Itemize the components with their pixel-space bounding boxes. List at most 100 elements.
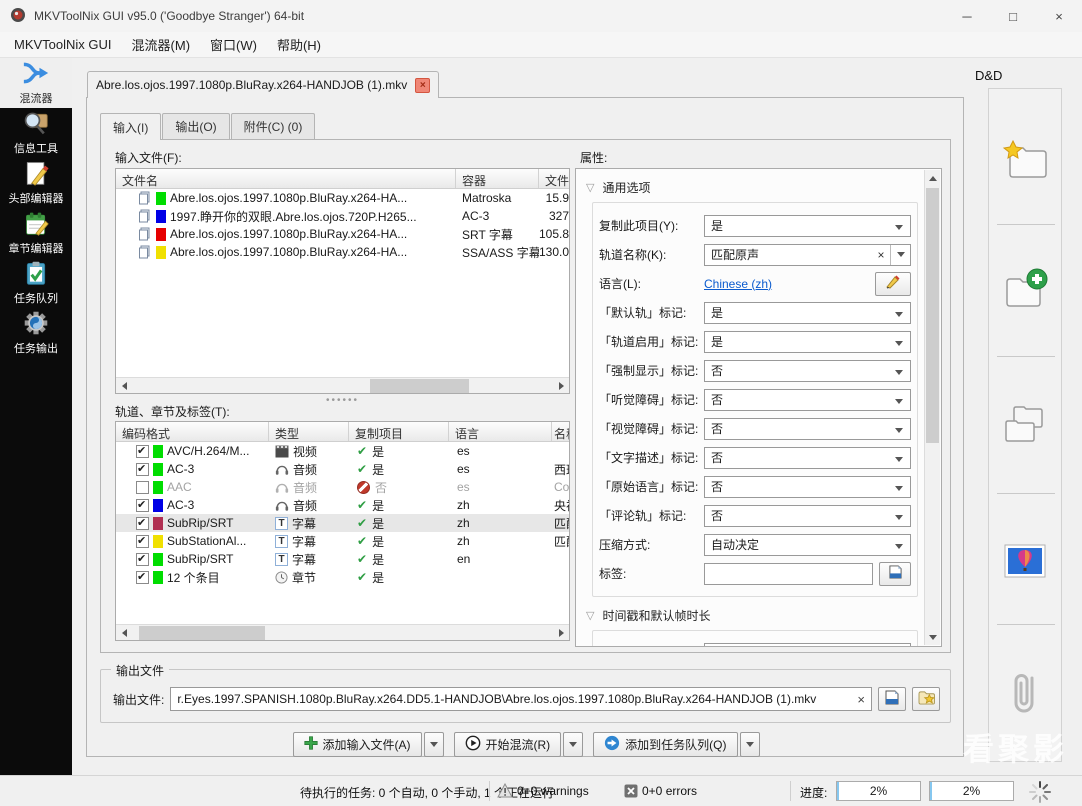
add-to-job-queue-button[interactable]: 添加到任务队列(Q) (593, 732, 738, 757)
scroll-left-icon[interactable] (116, 378, 132, 393)
add-source-files-dropdown[interactable] (423, 732, 444, 757)
start-muxing-button[interactable]: 开始混流(R) (453, 732, 562, 757)
file-row[interactable]: Abre.los.ojos.1997.1080p.BluRay.x264-HA.… (116, 189, 569, 207)
column-file-size[interactable]: 文件 (539, 169, 569, 188)
menu-window[interactable]: 窗口(W) (200, 31, 267, 58)
track-name-combo[interactable]: 匹配原声 × (704, 243, 911, 266)
track-row[interactable]: SubRip/SRT T字幕 ✔是 en (116, 550, 569, 568)
sidebar-item-header-editor[interactable]: 头部编辑器 (0, 158, 72, 208)
track-row[interactable]: AVC/H.264/M... 视频 ✔是 es (116, 442, 569, 460)
browse-output-button[interactable] (878, 687, 906, 711)
paperclip-icon[interactable] (1005, 669, 1045, 722)
new-folder-icon[interactable] (1000, 139, 1050, 186)
source-files-table[interactable]: 文件名 容器 文件 Abre.los.ojos.1997.1080p.BluRa… (115, 168, 570, 394)
copy-item-select[interactable]: 是 (704, 214, 911, 237)
track-checkbox[interactable] (136, 552, 149, 566)
original-language-select[interactable]: 否 (704, 475, 911, 498)
forced-display-select[interactable]: 否 (704, 359, 911, 382)
track-checkbox[interactable] (136, 570, 149, 584)
compression-select[interactable]: 自动决定 (704, 533, 911, 556)
visual-impaired-select[interactable]: 否 (704, 417, 911, 440)
track-row[interactable]: 12 个条目 章节 ✔是 (116, 568, 569, 586)
add-source-files-button[interactable]: 添加输入文件(A) (292, 732, 422, 757)
scroll-down-icon[interactable] (925, 629, 940, 645)
close-button[interactable]: × (1036, 0, 1082, 32)
column-codec[interactable]: 编码格式 (116, 422, 269, 441)
tracks-horizontal-scrollbar[interactable] (116, 624, 569, 640)
column-language[interactable]: 语言 (449, 422, 552, 441)
text-description-select[interactable]: 否 (704, 446, 911, 469)
maximize-button[interactable]: □ (990, 0, 1036, 32)
close-tab-icon[interactable]: × (415, 77, 431, 93)
browse-tags-button[interactable] (879, 561, 911, 586)
file-row[interactable]: Abre.los.ojos.1997.1080p.BluRay.x264-HA.… (116, 225, 569, 243)
track-row-selected[interactable]: SubRip/SRT T字幕 ✔是 zh 匹配 (116, 514, 569, 532)
clipped-input[interactable] (704, 642, 911, 646)
minimize-button[interactable]: ─ (944, 0, 990, 32)
sidebar-item-job-queue[interactable]: 任务队列 (0, 258, 72, 308)
track-checkbox[interactable] (136, 516, 149, 530)
splitter-handle[interactable]: •••••• (326, 395, 359, 406)
menu-mkvtoolnix[interactable]: MKVToolNix GUI (4, 33, 122, 56)
column-name[interactable]: 名称 (552, 422, 569, 441)
track-row[interactable]: AC-3 音频 ✔是 es 西班 (116, 460, 569, 478)
column-file-name[interactable]: 文件名 (116, 169, 456, 188)
scrollbar-thumb[interactable] (926, 188, 939, 443)
column-type[interactable]: 类型 (269, 422, 349, 441)
tab-attachments[interactable]: 附件(C) (0) (230, 113, 316, 139)
error-icon (624, 784, 638, 801)
headphones-icon (275, 463, 289, 476)
file-row[interactable]: Abre.los.ojos.1997.1080p.BluRay.x264-HA.… (116, 243, 569, 261)
default-track-select[interactable]: 是 (704, 301, 911, 324)
track-checkbox[interactable] (136, 498, 149, 512)
clear-icon[interactable]: × (872, 248, 890, 262)
sidebar-item-multiplexer[interactable]: 混流器 (0, 58, 72, 108)
scrollbar-thumb[interactable] (138, 626, 266, 640)
edit-language-button[interactable] (875, 271, 911, 296)
scrollbar-thumb[interactable] (369, 379, 470, 393)
section-general-options[interactable]: ▽ 通用选项 (586, 179, 924, 196)
file-row[interactable]: 1997.睁开你的双眼.Abre.los.ojos.720P.H265... A… (116, 207, 569, 225)
track-row[interactable]: AC-3 音频 ✔是 zh 央视 (116, 496, 569, 514)
properties-vertical-scrollbar[interactable] (924, 170, 940, 645)
menu-help[interactable]: 帮助(H) (267, 31, 331, 58)
commentary-select[interactable]: 否 (704, 504, 911, 527)
scroll-right-icon[interactable] (553, 378, 569, 393)
start-muxing-dropdown[interactable] (563, 732, 584, 757)
sidebar-item-job-output[interactable]: 任务输出 (0, 308, 72, 358)
folder-star-button[interactable] (912, 687, 940, 711)
tracks-table[interactable]: 编码格式 类型 复制项目 语言 名称 AVC/H.264/M... 视频 ✔是 … (115, 421, 570, 641)
field-label: 标签: (599, 567, 627, 581)
add-to-job-queue-dropdown[interactable] (739, 732, 760, 757)
sidebar-item-chapter-editor[interactable]: 章节编辑器 (0, 208, 72, 258)
track-checkbox[interactable] (136, 444, 149, 458)
track-enabled-select[interactable]: 是 (704, 330, 911, 353)
track-row[interactable]: AAC 音频 否 es Co (116, 478, 569, 496)
clear-icon[interactable]: × (851, 692, 865, 707)
open-file-tab[interactable]: Abre.los.ojos.1997.1080p.BluRay.x264-HAN… (87, 71, 440, 98)
add-file-icon[interactable] (1000, 266, 1050, 317)
output-file-group: 输出文件 输出文件: r.Eyes.1997.SPANISH.1080p.Blu… (100, 662, 951, 723)
tab-output[interactable]: 输出(O) (162, 113, 230, 139)
section-timestamps[interactable]: ▽ 时间戳和默认帧时长 (586, 607, 924, 624)
scroll-left-icon[interactable] (116, 625, 132, 640)
photo-icon[interactable] (1004, 544, 1046, 581)
tab-input[interactable]: 输入(I) (100, 113, 162, 140)
language-link[interactable]: Chinese (zh) (704, 277, 869, 291)
tags-input[interactable] (704, 562, 873, 585)
files-horizontal-scrollbar[interactable] (116, 377, 569, 393)
chevron-down-icon[interactable] (890, 244, 910, 265)
scroll-up-icon[interactable] (925, 170, 940, 186)
track-checkbox[interactable] (136, 534, 149, 548)
scroll-right-icon[interactable] (553, 625, 569, 640)
track-row[interactable]: SubStationAl... T字幕 ✔是 zh 匹配 (116, 532, 569, 550)
track-checkbox[interactable] (136, 480, 149, 494)
copy-folders-icon[interactable] (1000, 401, 1050, 454)
column-copy[interactable]: 复制项目 (349, 422, 449, 441)
track-checkbox[interactable] (136, 462, 149, 476)
hearing-impaired-select[interactable]: 否 (704, 388, 911, 411)
menu-multiplexer[interactable]: 混流器(M) (122, 31, 201, 58)
sidebar-item-info-tool[interactable]: 信息工具 (0, 108, 72, 158)
column-container[interactable]: 容器 (456, 169, 539, 188)
output-file-input[interactable]: r.Eyes.1997.SPANISH.1080p.BluRay.x264.DD… (170, 687, 872, 711)
